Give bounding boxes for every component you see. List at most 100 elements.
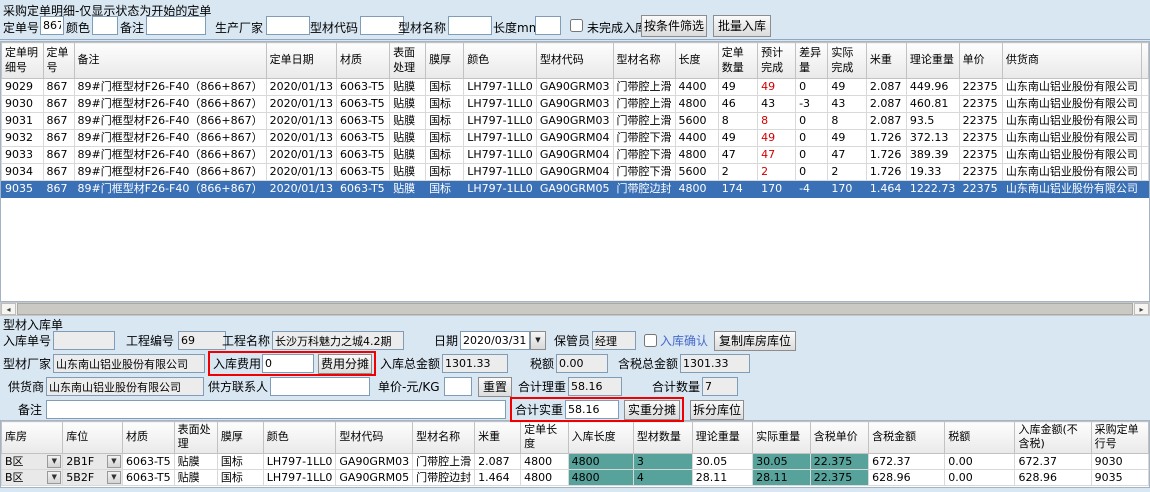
horizontal-scrollbar[interactable]: ◂ ▸ [0, 302, 1150, 316]
color-filter-input[interactable] [92, 16, 118, 35]
total-theory-weight-input[interactable] [568, 377, 622, 396]
column-header[interactable]: 入库金额(不含税) [1015, 422, 1091, 454]
column-header[interactable]: 定单明细号 [2, 43, 44, 79]
table-cell: 5600 [675, 113, 718, 130]
column-header[interactable]: 单价 [959, 43, 1002, 79]
table-row[interactable]: 903286789#门框型材F26-F40（866+867）2020/01/13… [2, 130, 1149, 147]
supplier-input[interactable] [46, 377, 204, 396]
combo-dropdown-button[interactable]: ▼ [107, 471, 121, 484]
scrollbar-thumb[interactable] [17, 303, 1133, 315]
total-qty-input[interactable] [702, 377, 738, 396]
table-cell: LH797-1LL0 [464, 147, 537, 164]
fee-share-button[interactable]: 费用分摊 [318, 354, 372, 374]
column-header[interactable]: 型材代码 [536, 43, 613, 79]
scroll-right-button[interactable]: ▸ [1134, 303, 1149, 315]
reset-button[interactable]: 重置 [478, 377, 512, 397]
column-header[interactable]: 实际重量 [753, 422, 811, 454]
order-no-filter-input[interactable] [40, 16, 64, 35]
table-cell: 9035 [1091, 469, 1148, 485]
table-cell: 2020/01/13 [266, 96, 336, 113]
project-name-input[interactable] [272, 331, 404, 350]
profile-name-filter-input[interactable] [448, 16, 492, 35]
storage-fee-input[interactable] [262, 354, 314, 373]
column-header[interactable]: 定单日期 [266, 43, 336, 79]
remark-input[interactable] [46, 400, 506, 419]
inbound-confirm-checkbox[interactable] [644, 334, 657, 347]
keeper-input[interactable] [592, 331, 636, 350]
table-cell: 89#门框型材F26-F40（866+867） [74, 147, 266, 164]
column-header[interactable]: 定单号 [43, 43, 74, 79]
chevron-down-icon: ▼ [52, 470, 57, 485]
table-row[interactable]: 903086789#门框型材F26-F40（866+867）2020/01/13… [2, 96, 1149, 113]
batch-inbound-button[interactable]: 批量入库 [713, 15, 771, 37]
total-actual-weight-input[interactable] [565, 400, 619, 419]
column-header[interactable]: 米重 [866, 43, 906, 79]
unit-price-input[interactable] [444, 377, 472, 396]
column-header[interactable]: 税额 [945, 422, 1015, 454]
total-amount-input[interactable] [442, 354, 508, 373]
table-cell: 门带腔边封 [413, 469, 475, 485]
column-header[interactable]: 实际完成 [828, 43, 866, 79]
length-filter-input[interactable] [535, 16, 561, 35]
remark-filter-input[interactable] [146, 16, 206, 35]
tax-total-input[interactable] [680, 354, 750, 373]
column-header[interactable]: 定单数量 [718, 43, 757, 79]
column-header[interactable]: 颜色 [464, 43, 537, 79]
table-cell: 8 [758, 113, 796, 130]
tax-input[interactable] [556, 354, 608, 373]
table-cell: 170 [828, 181, 866, 198]
column-header[interactable]: 供货商 [1002, 43, 1141, 79]
column-header[interactable]: 采购定单行号 [1091, 422, 1148, 454]
column-header[interactable]: 材质 [122, 422, 174, 454]
column-header[interactable]: 型材名称 [413, 422, 475, 454]
column-header[interactable]: 预计完成 [758, 43, 796, 79]
supplier-contact-input[interactable] [270, 377, 370, 396]
date-dropdown-button[interactable]: ▼ [530, 331, 546, 350]
column-header[interactable]: 理论重量 [692, 422, 752, 454]
column-header[interactable]: 型材数量 [633, 422, 692, 454]
table-row[interactable]: 903586789#门框型材F26-F40（866+867）2020/01/13… [2, 181, 1149, 198]
column-header[interactable]: 米重 [475, 422, 521, 454]
table-row[interactable]: 903386789#门框型材F26-F40（866+867）2020/01/13… [2, 147, 1149, 164]
table-row[interactable]: 902986789#门框型材F26-F40（866+867）2020/01/13… [2, 79, 1149, 96]
column-header[interactable]: 材质 [337, 43, 390, 79]
column-header[interactable]: 膜厚 [426, 43, 464, 79]
column-header[interactable]: 库位 [63, 422, 123, 454]
split-location-button[interactable]: 拆分库位 [690, 400, 744, 420]
column-header[interactable]: 型材名称 [613, 43, 675, 79]
combo-dropdown-button[interactable]: ▼ [107, 455, 121, 468]
column-header[interactable]: 备注 [74, 43, 266, 79]
column-header[interactable]: 含税单价 [810, 422, 868, 454]
table-row[interactable]: B区▼2B1F▼6063-T5贴膜国标LH797-1LL0GA90GRM03门带… [2, 453, 1149, 469]
column-header[interactable]: 型材代码 [336, 422, 413, 454]
copy-location-button[interactable]: 复制库房库位 [714, 331, 796, 351]
manufacturer-filter-input[interactable] [266, 16, 310, 35]
table-cell: B区▼ [2, 469, 63, 485]
column-header[interactable]: 膜厚 [217, 422, 263, 454]
combo-dropdown-button[interactable]: ▼ [47, 471, 61, 484]
column-header[interactable]: 理论重量 [906, 43, 959, 79]
receipt-no-input[interactable] [53, 331, 115, 350]
table-row[interactable]: 903486789#门框型材F26-F40（866+867）2020/01/13… [2, 164, 1149, 181]
weight-share-button[interactable]: 实重分摊 [624, 400, 680, 420]
column-header[interactable]: 含税金额 [869, 422, 945, 454]
factory-input[interactable] [53, 354, 205, 373]
table-cell: 2.087 [866, 113, 906, 130]
column-header[interactable]: 颜色 [263, 422, 336, 454]
column-header[interactable]: 表面处理 [390, 43, 426, 79]
column-header[interactable]: 入库长度 [568, 422, 633, 454]
column-header[interactable]: 定单长度 [521, 422, 568, 454]
table-row[interactable]: B区▼5B2F▼6063-T5贴膜国标LH797-1LL0GA90GRM05门带… [2, 469, 1149, 485]
combo-dropdown-button[interactable]: ▼ [47, 455, 61, 468]
manufacturer-filter-label: 生产厂家 [215, 19, 263, 36]
column-header[interactable]: 差异量 [796, 43, 828, 79]
column-header[interactable]: 长度 [675, 43, 718, 79]
column-header[interactable]: 库房 [2, 422, 63, 454]
unfinished-checkbox[interactable] [570, 19, 583, 32]
date-input[interactable] [460, 331, 530, 350]
scroll-left-button[interactable]: ◂ [1, 303, 16, 315]
table-row[interactable]: 903186789#门框型材F26-F40（866+867）2020/01/13… [2, 113, 1149, 130]
filter-by-condition-button[interactable]: 按条件筛选 [641, 15, 707, 37]
column-header[interactable]: 表面处理 [174, 422, 217, 454]
project-no-input[interactable] [178, 331, 226, 350]
